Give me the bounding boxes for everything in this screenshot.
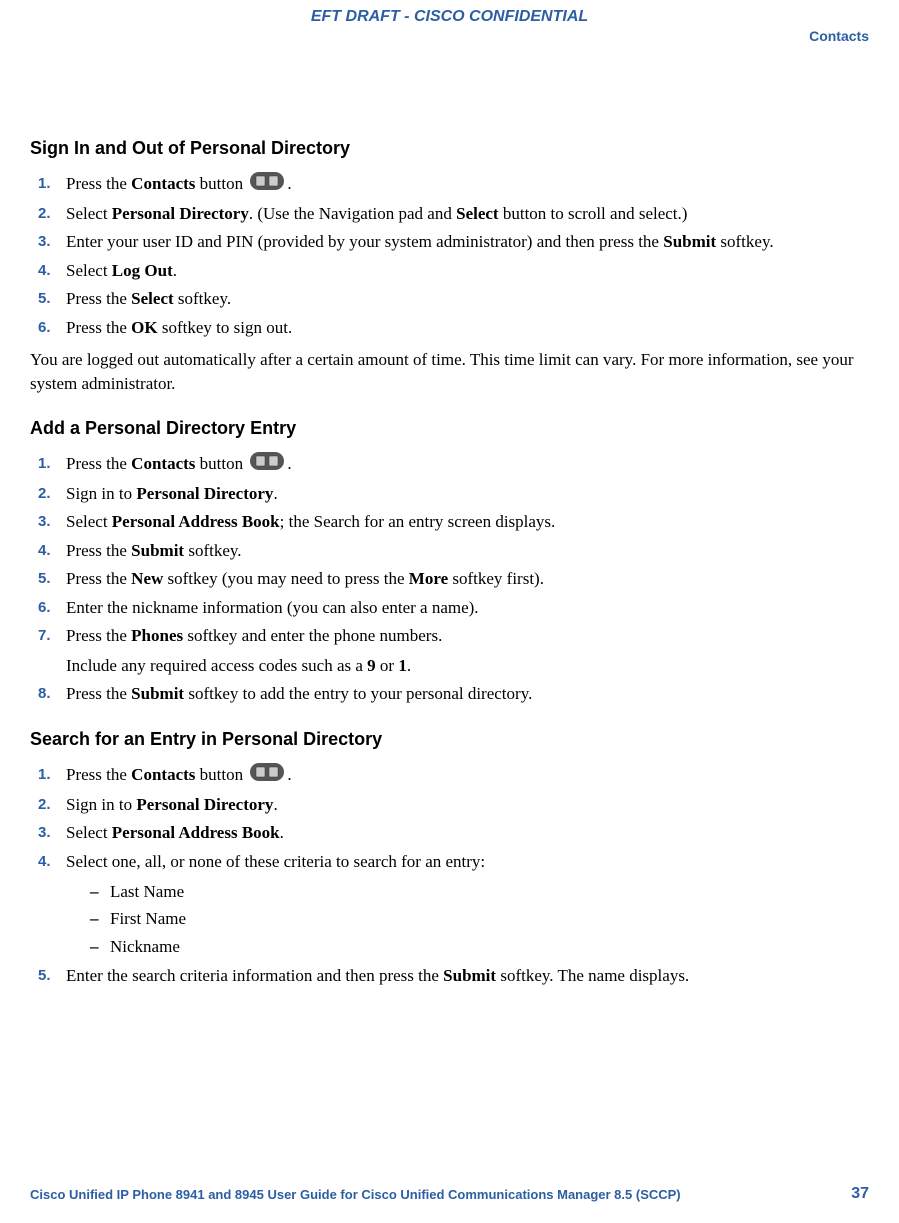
- step-number: 1.: [38, 762, 66, 787]
- step-item: 4. Select Log Out.: [38, 258, 869, 284]
- step-text: Select Log Out.: [66, 258, 869, 284]
- page-header: EFT DRAFT - CISCO CONFIDENTIAL: [30, 0, 869, 26]
- step-number: 6.: [38, 595, 66, 620]
- list-item: Last Name: [90, 878, 869, 905]
- step-number: 2.: [38, 481, 66, 506]
- contacts-button-icon: [250, 172, 284, 198]
- step-item: 2. Sign in to Personal Directory.: [38, 792, 869, 818]
- step-item: 3. Enter your user ID and PIN (provided …: [38, 229, 869, 255]
- step-item: 1. Press the Contacts button .: [38, 762, 869, 789]
- step-item: 7. Press the Phones softkey and enter th…: [38, 623, 869, 678]
- step-text: Select Personal Address Book; the Search…: [66, 509, 869, 535]
- step-number: 5.: [38, 963, 66, 988]
- step-item: 1. Press the Contacts button .: [38, 171, 869, 198]
- step-text: Press the Contacts button .: [66, 171, 869, 198]
- step-number: 5.: [38, 566, 66, 591]
- step-item: 6. Enter the nickname information (you c…: [38, 595, 869, 621]
- page-number: 37: [851, 1185, 869, 1203]
- list-item: First Name: [90, 905, 869, 932]
- step-item: 2. Sign in to Personal Directory.: [38, 481, 869, 507]
- step-number: 8.: [38, 681, 66, 706]
- step-number: 7.: [38, 623, 66, 648]
- step-text: Select one, all, or none of these criter…: [66, 849, 869, 960]
- step-item: 2. Select Personal Directory. (Use the N…: [38, 201, 869, 227]
- contacts-button-icon: [250, 763, 284, 789]
- step-text: Press the Submit softkey to add the entr…: [66, 681, 869, 707]
- steps-search: 1. Press the Contacts button . 2. Sign i…: [30, 762, 869, 988]
- step-text: Select Personal Address Book.: [66, 820, 869, 846]
- step-subtext: Include any required access codes such a…: [66, 653, 869, 679]
- step-text: Press the Phones softkey and enter the p…: [66, 623, 869, 678]
- criteria-list: Last Name First Name Nickname: [66, 878, 869, 960]
- step-number: 4.: [38, 538, 66, 563]
- step-text: Press the OK softkey to sign out.: [66, 315, 869, 341]
- step-item: 6. Press the OK softkey to sign out.: [38, 315, 869, 341]
- step-number: 1.: [38, 171, 66, 196]
- heading-search: Search for an Entry in Personal Director…: [30, 729, 869, 750]
- step-text: Press the Select softkey.: [66, 286, 869, 312]
- step-number: 3.: [38, 820, 66, 845]
- heading-signin: Sign In and Out of Personal Directory: [30, 138, 869, 159]
- step-item: 3. Select Personal Address Book; the Sea…: [38, 509, 869, 535]
- contacts-button-icon: [250, 452, 284, 478]
- page-content: Sign In and Out of Personal Directory 1.…: [30, 26, 869, 988]
- step-item: 5. Press the Select softkey.: [38, 286, 869, 312]
- draft-label: EFT DRAFT - CISCO CONFIDENTIAL: [311, 8, 588, 25]
- step-text: Sign in to Personal Directory.: [66, 481, 869, 507]
- step-item: 5. Enter the search criteria information…: [38, 963, 869, 989]
- step-number: 2.: [38, 201, 66, 226]
- heading-add: Add a Personal Directory Entry: [30, 418, 869, 439]
- step-text: Press the Contacts button .: [66, 451, 869, 478]
- step-item: 5. Press the New softkey (you may need t…: [38, 566, 869, 592]
- page-footer: Cisco Unified IP Phone 8941 and 8945 Use…: [30, 1185, 869, 1203]
- step-item: 3. Select Personal Address Book.: [38, 820, 869, 846]
- step-number: 3.: [38, 229, 66, 254]
- steps-signin: 1. Press the Contacts button . 2. Select…: [30, 171, 869, 340]
- step-text: Press the New softkey (you may need to p…: [66, 566, 869, 592]
- step-number: 1.: [38, 451, 66, 476]
- steps-add: 1. Press the Contacts button . 2. Sign i…: [30, 451, 869, 707]
- step-text: Enter the search criteria information an…: [66, 963, 869, 989]
- list-item: Nickname: [90, 933, 869, 960]
- step-item: 1. Press the Contacts button .: [38, 451, 869, 478]
- step-text: Press the Submit softkey.: [66, 538, 869, 564]
- step-number: 4.: [38, 849, 66, 874]
- step-text: Sign in to Personal Directory.: [66, 792, 869, 818]
- step-number: 4.: [38, 258, 66, 283]
- step-text: Select Personal Directory. (Use the Navi…: [66, 201, 869, 227]
- step-text: Enter your user ID and PIN (provided by …: [66, 229, 869, 255]
- section-label: Contacts: [809, 28, 869, 44]
- step-number: 5.: [38, 286, 66, 311]
- step-number: 3.: [38, 509, 66, 534]
- step-text: Enter the nickname information (you can …: [66, 595, 869, 621]
- step-item: 8. Press the Submit softkey to add the e…: [38, 681, 869, 707]
- step-item: 4. Press the Submit softkey.: [38, 538, 869, 564]
- step-number: 6.: [38, 315, 66, 340]
- footer-title: Cisco Unified IP Phone 8941 and 8945 Use…: [30, 1187, 681, 1202]
- step-item: 4. Select one, all, or none of these cri…: [38, 849, 869, 960]
- step-number: 2.: [38, 792, 66, 817]
- note-signin: You are logged out automatically after a…: [30, 348, 869, 396]
- step-text: Press the Contacts button .: [66, 762, 869, 789]
